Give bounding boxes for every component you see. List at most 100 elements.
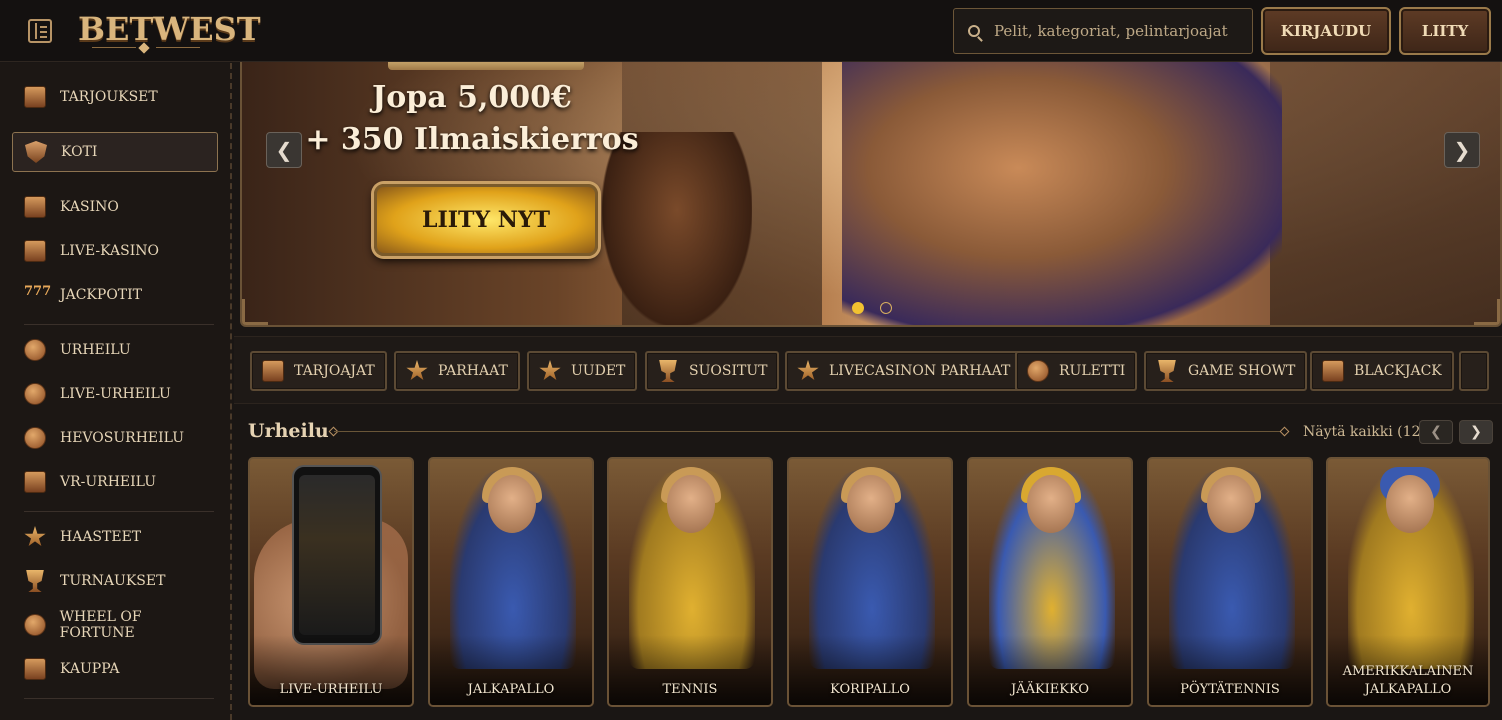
star-icon [406,360,428,381]
category-label: GAME SHOWT [1188,363,1296,379]
logo-ornament-right [156,47,200,48]
section-next-button[interactable]: ❯ [1459,420,1493,444]
playing-cards-icon [24,240,46,262]
sidebar-item-label: LIVE-KASINO [60,243,159,259]
betwest-logo[interactable]: BETWEST [78,10,261,48]
sport-card-label: AMERIKKALAINEN JALKAPALLO [1342,664,1474,697]
banner-right-building [1270,62,1500,325]
sport-card-live-urheilu[interactable]: LIVE-URHEILU [248,457,414,707]
sidebar-item-vr-urheilu[interactable]: VR-URHEILU [12,462,218,502]
section-prev-button[interactable]: ❮ [1419,420,1453,444]
category-blackjack[interactable]: BLACKJACK [1310,351,1454,391]
carousel-dot[interactable] [880,302,892,314]
promo-banner[interactable]: Jopa 5,000€ + 350 Ilmaiskierros LIITY NY… [240,62,1502,327]
fist-icon [659,360,677,382]
join-button[interactable]: LIITY [1399,7,1491,55]
category-suositut[interactable]: SUOSITUT [645,351,780,391]
gift-icon [24,86,46,108]
lightning-icon [539,360,561,381]
carousel-dot-active[interactable] [852,302,864,314]
category-uudet[interactable]: UUDET [527,351,638,391]
sidebar-item-label: VR-URHEILU [60,474,157,490]
sidebar-item-label: WHEEL OF FORTUNE [59,609,142,641]
sidebar-item-label: URHEILU [60,342,131,358]
category-label: UUDET [571,363,626,379]
sidebar-divider [24,698,214,699]
basket-icon [24,658,46,680]
book-icon [262,360,284,382]
sidebar-item-label: JACKPOTIT [60,287,142,303]
search-input[interactable] [994,22,1244,40]
logo-ornament-left [92,47,136,48]
category-livecasinon-parhaat[interactable]: LIVECASINON PARHAAT [785,351,1023,391]
sidebar-item-kasino[interactable]: KASINO [12,187,218,227]
sidebar-item-wheel-of-fortune[interactable]: WHEEL OF FORTUNE [12,605,218,645]
banner-prev-button[interactable]: ❮ [266,132,302,168]
sidebar-item-live-kasino[interactable]: LIVE-KASINO [12,231,218,271]
banner-cowboy-image [842,62,1282,325]
sport-card-amerikkalainen-jalkapallo[interactable]: AMERIKKALAINEN JALKAPALLO [1326,457,1490,707]
sport-card-jalkapallo[interactable]: JALKAPALLO [428,457,594,707]
sidebar-toggle-icon[interactable] [28,19,52,43]
section-divider [334,431,1286,432]
cards-icon [1322,360,1344,382]
sidebar-item-jackpotit[interactable]: 777 JACKPOTIT [12,275,218,315]
sidebar: TARJOUKSET KOTI KASINO LIVE-KASINO 777 J… [0,63,232,720]
category-label: TARJOAJAT [294,363,375,379]
banner-corner-ornament [1474,299,1500,325]
sidebar-item-label: TARJOUKSET [60,89,158,105]
join-now-button[interactable]: LIITY NYT [374,184,598,256]
banner-ribbon [388,62,584,70]
category-parhaat[interactable]: PARHAAT [394,351,520,391]
joystick-icon [24,471,46,493]
login-button[interactable]: KIRJAUDU [1261,7,1391,55]
sidebar-divider [24,324,214,325]
sidebar-item-kauppa[interactable]: KAUPPA [12,649,218,689]
casino-chest-icon [24,196,46,218]
sport-card-jaakiekko[interactable]: JÄÄKIEKKO [967,457,1133,707]
sidebar-item-haasteet[interactable]: HAASTEET [12,517,218,557]
search-box[interactable] [953,8,1253,54]
trophy-icon [26,570,44,592]
category-label: RULETTI [1059,363,1126,379]
sheriff-badge-icon [24,526,46,547]
banner-next-button[interactable]: ❯ [1444,132,1480,168]
sidebar-divider [24,511,214,512]
view-all-link[interactable]: Näytä kaikki (12) [1303,424,1426,440]
sport-card-label: JALKAPALLO [467,682,555,697]
top-header: BETWEST KIRJAUDU LIITY [0,0,1502,62]
sport-card-koripallo[interactable]: KORIPALLO [787,457,953,707]
sidebar-item-urheilu[interactable]: URHEILU [12,330,218,370]
category-ruletti[interactable]: RULETTI [1015,351,1138,391]
sidebar-item-hevosurheilu[interactable]: HEVOSURHEILU [12,418,218,458]
phone-image [292,465,382,645]
sidebar-item-live-urheilu[interactable]: LIVE-URHEILU [12,374,218,414]
search-icon [968,25,980,37]
category-tarjoajat[interactable]: TARJOAJAT [250,351,387,391]
sidebar-item-koti[interactable]: KOTI [12,132,218,172]
sport-card-label: LIVE-URHEILU [279,682,383,697]
ball-icon [24,339,46,361]
category-more[interactable] [1459,351,1489,391]
wheel-icon [24,614,46,636]
banner-corner-ornament [242,299,268,325]
sidebar-item-label: HAASTEET [60,529,142,545]
sidebar-item-turnaukset[interactable]: TURNAUKSET [12,561,218,601]
section-ornament [1279,426,1290,437]
section-title: Urheilu [248,420,329,442]
sport-card-label: TENNIS [662,682,718,697]
sport-card-poytatennis[interactable]: PÖYTÄTENNIS [1147,457,1313,707]
sport-card-tennis[interactable]: TENNIS [607,457,773,707]
sidebar-item-label: KOTI [61,144,98,160]
sidebar-item-label: LIVE-URHEILU [60,386,171,402]
category-game-showt[interactable]: GAME SHOWT [1144,351,1308,391]
sidebar-item-tarjoukset[interactable]: TARJOUKSET [12,77,218,117]
banner-headline: Jopa 5,000€ [372,80,572,115]
banner-subheadline: + 350 Ilmaiskierros [305,122,639,157]
category-label: SUOSITUT [689,363,768,379]
jockey-helmet-icon [24,427,46,449]
sidebar-item-label: HEVOSURHEILU [60,430,184,446]
category-bar: TARJOAJAT PARHAAT UUDET SUOSITUT LIVECAS… [234,336,1502,404]
star-icon [797,360,819,381]
sidebar-item-label: KAUPPA [60,661,120,677]
